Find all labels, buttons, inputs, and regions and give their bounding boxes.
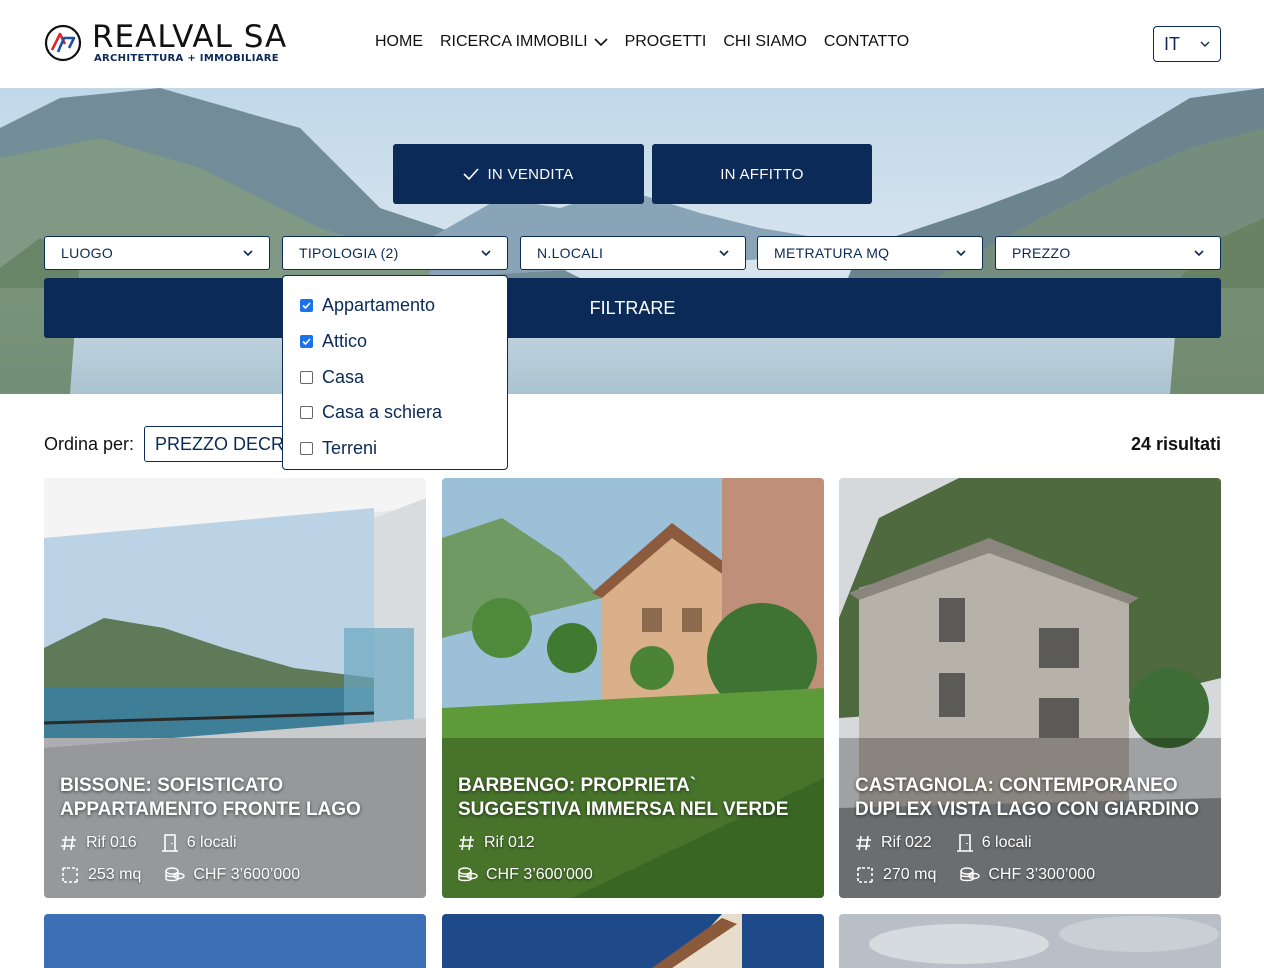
coins-icon — [165, 866, 186, 881]
listing-title: BISSONE: SOFISTICATO APPARTAMENTO FRONTE… — [60, 775, 361, 820]
listing-card[interactable]: BISSONE: SOFISTICATO APPARTAMENTO FRONTE… — [44, 478, 426, 898]
language-select[interactable]: IT — [1153, 26, 1221, 62]
check-icon — [302, 302, 311, 310]
main-nav: HOME RICERCA IMMOBILI PROGETTI CHI SIAMO… — [375, 33, 909, 51]
hash-icon — [856, 835, 871, 850]
select-metratura[interactable]: METRATURA MQ — [757, 236, 983, 270]
checkbox-casa[interactable] — [300, 370, 313, 384]
listing-card[interactable]: CASTAGNOLA: CONTEMPORANEO DUPLEX VISTA L… — [839, 478, 1221, 898]
option-appartamento-label: Appartamento — [322, 295, 436, 316]
check-icon — [302, 338, 311, 346]
tab-in-affitto-label: IN AFFITTO — [720, 165, 804, 183]
nav-home-label: HOME — [375, 33, 423, 50]
sort-label: Ordina per: — [44, 434, 135, 454]
listing-photo — [839, 914, 1221, 968]
nav-chi-siamo[interactable]: CHI SIAMO — [723, 33, 807, 51]
filter-button-label: FILTRARE — [589, 297, 676, 318]
option-casa-a-schiera-label: Casa a schiera — [322, 402, 443, 423]
listing-price: CHF 3’600’000 — [193, 865, 301, 883]
brand-name: REALVAL SA — [92, 19, 288, 55]
listing-rooms: 6 locali — [981, 833, 1032, 851]
nav-contatto[interactable]: CONTATTO — [824, 33, 909, 51]
select-luogo-label: LUOGO — [61, 245, 114, 261]
listing-card-partial[interactable] — [44, 914, 426, 968]
hash-icon — [459, 835, 474, 850]
language-value: IT — [1164, 33, 1180, 54]
brand-logo[interactable]: REALVAL SA ARCHITETTURA + IMMOBILIARE — [44, 22, 287, 64]
chevron-down-icon — [1200, 41, 1210, 47]
select-n-locali-label: N.LOCALI — [537, 245, 604, 261]
nav-progetti[interactable]: PROGETTI — [625, 33, 707, 51]
select-prezzo[interactable]: PREZZO — [995, 236, 1221, 270]
option-terreni-label: Terreni — [322, 438, 378, 459]
option-appartamento[interactable]: Appartamento — [283, 288, 507, 324]
select-metratura-label: METRATURA MQ — [774, 245, 890, 261]
checkbox-appartamento[interactable] — [300, 299, 313, 313]
select-luogo[interactable]: LUOGO — [44, 236, 270, 270]
logo-mark-icon — [44, 24, 82, 62]
brand-tagline: ARCHITETTURA + IMMOBILIARE — [94, 53, 279, 64]
nav-ricerca-label: RICERCA IMMOBILI — [440, 33, 588, 50]
listing-photo — [44, 914, 426, 968]
option-attico[interactable]: Attico — [283, 324, 507, 360]
select-prezzo-label: PREZZO — [1012, 245, 1071, 261]
nav-progetti-label: PROGETTI — [624, 33, 707, 50]
filter-button[interactable]: FILTRARE — [44, 278, 1221, 338]
select-tipologia[interactable]: TIPOLOGIA (2) — [282, 236, 508, 270]
listing-photo — [442, 914, 824, 968]
site-header: REALVAL SA ARCHITETTURA + IMMOBILIARE HO… — [0, 0, 1264, 88]
chevron-down-icon — [594, 38, 608, 47]
listing-card-partial[interactable] — [442, 914, 824, 968]
listing-card[interactable]: BARBENGO: PROPRIETA` SUGGESTIVA IMMERSA … — [442, 478, 824, 898]
checkbox-terreni[interactable] — [300, 442, 313, 456]
nav-home[interactable]: HOME — [375, 33, 423, 51]
chevron-down-icon — [243, 249, 253, 256]
listing-price: CHF 3’300’000 — [988, 865, 1096, 883]
option-casa-a-schiera[interactable]: Casa a schiera — [283, 395, 507, 431]
search-hero: IN VENDITA IN AFFITTO LUOGO TIPOLOGIA (2… — [0, 88, 1264, 394]
chevron-down-icon — [481, 249, 491, 256]
chevron-down-icon — [719, 249, 729, 256]
area-icon — [62, 866, 78, 883]
checkbox-attico[interactable] — [300, 335, 313, 349]
listing-title: CASTAGNOLA: CONTEMPORANEO DUPLEX VISTA L… — [855, 775, 1200, 820]
tab-in-vendita-label: IN VENDITA — [487, 165, 574, 183]
tab-in-affitto[interactable]: IN AFFITTO — [652, 144, 872, 204]
listing-title: BARBENGO: PROPRIETA` SUGGESTIVA IMMERSA … — [458, 775, 789, 820]
select-n-locali[interactable]: N.LOCALI — [520, 236, 746, 270]
chevron-down-icon — [956, 249, 966, 256]
tipologia-dropdown: Appartamento Attico Casa Casa a schiera … — [282, 275, 508, 470]
listing-rooms: 6 locali — [186, 833, 237, 851]
listing-ref: Rif 012 — [484, 833, 535, 851]
nav-chi-siamo-label: CHI SIAMO — [723, 33, 807, 50]
select-tipologia-label: TIPOLOGIA (2) — [299, 245, 399, 261]
coins-icon — [960, 866, 981, 881]
chevron-down-icon — [1194, 249, 1204, 256]
hash-icon — [61, 835, 76, 850]
door-icon — [161, 833, 178, 852]
listing-ref: Rif 016 — [86, 833, 137, 851]
listing-area: 253 mq — [88, 865, 142, 883]
option-attico-label: Attico — [322, 331, 368, 352]
results-count: 24 risultati — [1130, 434, 1221, 454]
listing-area: 270 mq — [883, 865, 937, 883]
checkbox-casa-a-schiera[interactable] — [300, 406, 313, 420]
nav-ricerca-immobili[interactable]: RICERCA IMMOBILI — [440, 33, 608, 51]
door-icon — [956, 833, 973, 852]
coins-icon — [458, 866, 478, 881]
option-terreni[interactable]: Terreni — [283, 431, 507, 467]
nav-contatto-label: CONTATTO — [823, 33, 910, 50]
check-icon — [463, 168, 480, 180]
option-casa[interactable]: Casa — [283, 359, 507, 395]
listing-ref: Rif 022 — [881, 833, 932, 851]
listing-price: CHF 3’600’000 — [486, 865, 593, 883]
area-icon — [857, 866, 873, 883]
option-casa-label: Casa — [322, 366, 365, 387]
listing-card-partial[interactable] — [839, 914, 1221, 968]
tab-in-vendita[interactable]: IN VENDITA — [393, 144, 644, 204]
